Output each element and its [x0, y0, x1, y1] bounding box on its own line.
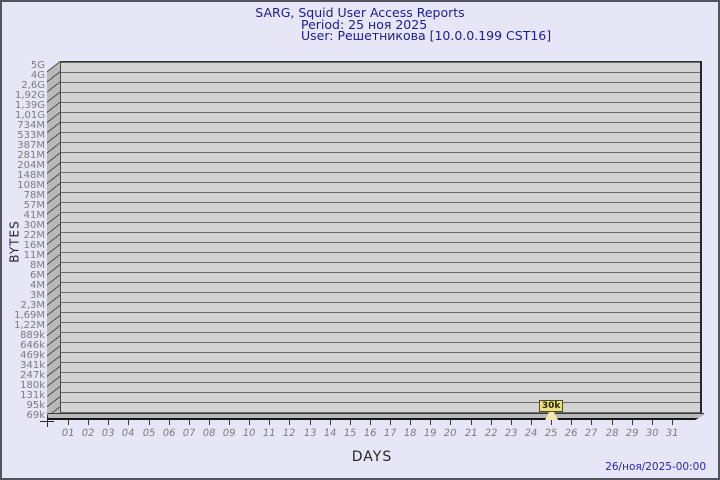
x-axis-title: DAYS	[332, 449, 412, 465]
x-tick-mark	[531, 420, 532, 425]
sarg-report-window: SARG, Squid User Access Reports Period: …	[0, 0, 720, 480]
x-tick-mark	[471, 420, 472, 425]
x-tick-mark	[289, 420, 290, 425]
x-tick-mark	[209, 420, 210, 425]
x-tick-mark	[370, 420, 371, 425]
generated-date: 26/ноя/2025-00:00	[500, 461, 706, 473]
x-tick-label: 31	[659, 428, 685, 439]
x-tick-mark	[551, 420, 552, 425]
x-tick-mark	[612, 420, 613, 425]
x-tick-mark	[350, 420, 351, 425]
x-tick-mark	[189, 420, 190, 425]
x-tick-mark	[491, 420, 492, 425]
x-tick-mark	[390, 420, 391, 425]
x-tick-mark	[88, 420, 89, 425]
x-tick-mark	[310, 420, 311, 425]
plot-area	[60, 61, 702, 413]
x-tick-mark	[269, 420, 270, 425]
origin-tick-vertical	[47, 415, 48, 427]
x-tick-mark	[672, 420, 673, 425]
x-tick-mark	[128, 420, 129, 425]
x-tick-mark	[410, 420, 411, 425]
x-tick-mark	[430, 420, 431, 425]
x-tick-mark	[68, 420, 69, 425]
y-tick-label: 69k	[2, 410, 45, 421]
x-tick-mark	[652, 420, 653, 425]
x-tick-mark	[169, 420, 170, 425]
x-tick-mark	[632, 420, 633, 425]
x-tick-mark	[571, 420, 572, 425]
x-tick-mark	[450, 420, 451, 425]
x-tick-mark	[229, 420, 230, 425]
x-tick-mark	[249, 420, 250, 425]
plot-floor	[47, 413, 704, 420]
x-tick-mark	[149, 420, 150, 425]
plot-left-wall	[47, 61, 60, 421]
x-tick-mark	[511, 420, 512, 425]
x-tick-mark	[591, 420, 592, 425]
x-tick-mark	[330, 420, 331, 425]
data-point-label: 30k	[539, 400, 563, 412]
report-user: User: Решетникова [10.0.0.199 CST16]	[301, 30, 551, 42]
x-tick-mark	[108, 420, 109, 425]
